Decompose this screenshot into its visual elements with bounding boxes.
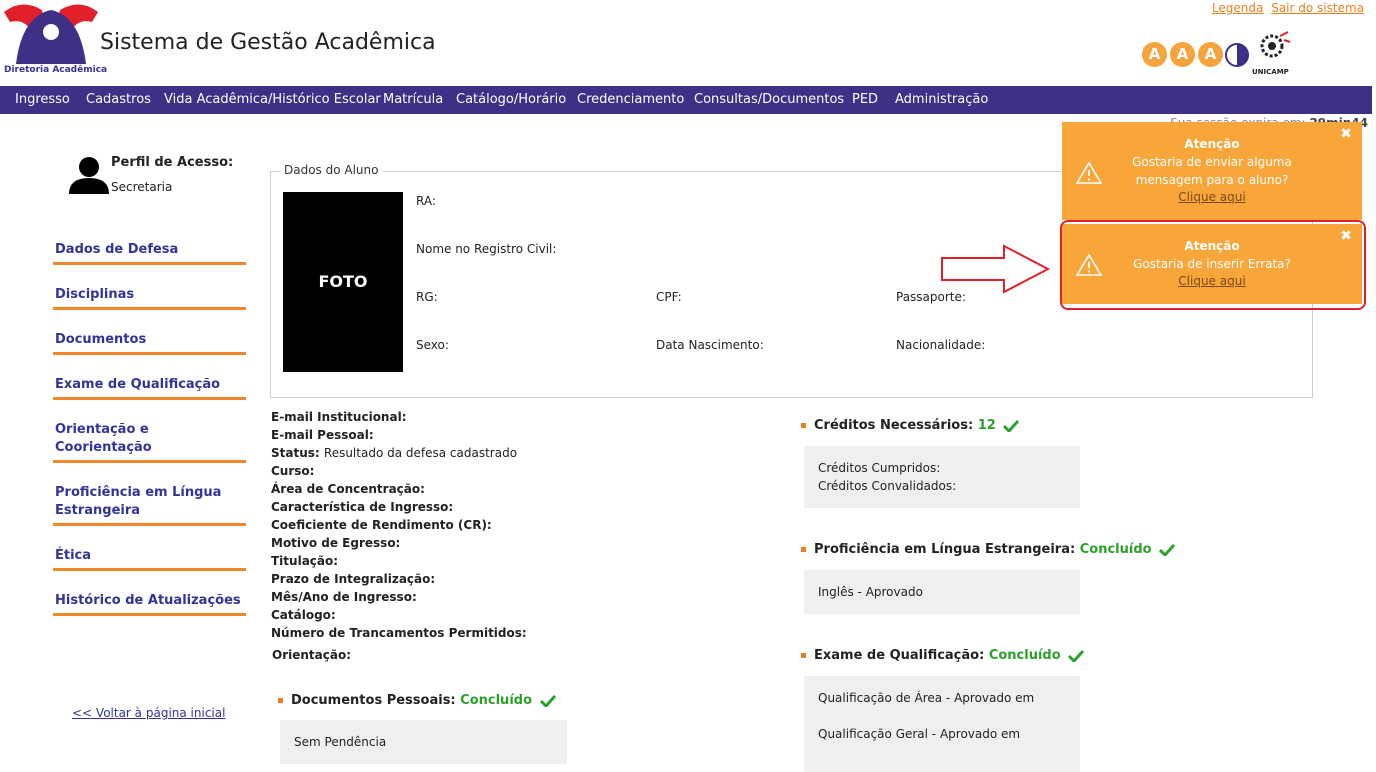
proficiencia-line-0: Inglês - Aprovado xyxy=(818,585,923,599)
qualificacao-area: Qualificação de Área - Aprovado em xyxy=(818,691,1035,705)
sidebar-item-disciplinas[interactable]: Disciplinas xyxy=(53,286,246,310)
sair-link[interactable]: Sair do sistema xyxy=(1271,1,1364,15)
detail-status: Status: Resultado da defesa cadastrado xyxy=(271,446,518,460)
field-sexo: Sexo: xyxy=(416,338,449,352)
documentos-pessoais-title: Documentos Pessoais: Concluído xyxy=(278,693,556,708)
nav-cadastros[interactable]: Cadastros xyxy=(86,92,151,107)
field-nome: Nome no Registro Civil: xyxy=(416,242,557,256)
notification-title: Atenção xyxy=(1184,137,1240,151)
sidebar-item-proficiencia[interactable]: Proficiência em Língua Estrangeira xyxy=(53,484,246,526)
notification-message-line: mensagem para o aluno? xyxy=(1135,173,1289,187)
bullet-icon xyxy=(801,653,806,658)
unicamp-emblem-icon xyxy=(1260,31,1291,58)
notification-message-line: Gostaria de enviar alguma xyxy=(1132,155,1292,169)
detail-trancamentos: Número de Trancamentos Permitidos: xyxy=(271,626,527,640)
proficiencia-title: Proficiência em Língua Estrangeira: Conc… xyxy=(801,542,1176,557)
detail-catalogo: Catálogo: xyxy=(271,608,336,622)
profile-label: Perfil de Acesso: xyxy=(111,155,234,170)
user-icon xyxy=(69,157,109,194)
header: Diretoria Acadêmica Sistema de Gestão Ac… xyxy=(0,0,1376,86)
notification-mensagem: ✖ Atenção Gostaria de enviar alguma mens… xyxy=(1062,122,1362,220)
detail-email-institucional: E-mail Institucional: xyxy=(271,410,407,424)
detail-orientacao: Orientação: xyxy=(272,648,352,662)
detail-area-concentracao: Área de Concentração: xyxy=(271,482,425,496)
detail-email-pessoal: E-mail Pessoal: xyxy=(271,428,374,442)
bullet-icon xyxy=(801,547,806,552)
unicamp-logos: A A A UNICAMP xyxy=(1142,30,1302,80)
check-icon xyxy=(1068,649,1085,662)
aaa-logo-3: A xyxy=(1198,42,1223,67)
sidebar-item-exame-qualificacao[interactable]: Exame de Qualificação xyxy=(53,376,246,400)
red-arrow-icon xyxy=(941,244,1051,294)
check-icon xyxy=(1003,419,1020,432)
dados-aluno-legend: Dados do Aluno xyxy=(280,163,383,177)
field-nacionalidade: Nacionalidade: xyxy=(896,338,986,352)
legenda-link[interactable]: Legenda xyxy=(1212,1,1263,15)
detail-caracteristica-ingresso: Característica de Ingresso: xyxy=(271,500,454,514)
close-icon[interactable]: ✖ xyxy=(1340,126,1352,142)
top-links: Legenda Sair do sistema xyxy=(1208,1,1364,15)
documentos-pessoais-box: Sem Pendência xyxy=(280,720,567,764)
detail-motivo-egresso: Motivo de Egresso: xyxy=(271,536,401,550)
creditos-title: Créditos Necessários: 12 xyxy=(801,418,1020,433)
clique-aqui-link[interactable]: Clique aqui xyxy=(1178,190,1245,204)
sidebar-item-etica[interactable]: Ética xyxy=(53,547,246,571)
warning-icon xyxy=(1076,162,1102,184)
field-ra: RA: xyxy=(416,194,436,208)
bullet-icon xyxy=(278,698,283,703)
nav-consultas-documentos[interactable]: Consultas/Documentos xyxy=(694,92,844,107)
aaa-logo-1: A xyxy=(1142,42,1167,67)
detail-titulacao: Titulação: xyxy=(271,554,339,568)
unicamp-label: UNICAMP xyxy=(1252,68,1289,76)
creditos-cumpridos: Créditos Cumpridos: xyxy=(818,461,941,475)
sidebar-item-documentos[interactable]: Documentos xyxy=(53,331,246,355)
documentos-line-0: Sem Pendência xyxy=(294,735,387,749)
nav-catalogo-horario[interactable]: Catálogo/Horário xyxy=(456,92,566,107)
errata-highlight-outline xyxy=(1060,220,1366,310)
check-icon xyxy=(1159,543,1176,556)
proficiencia-box: Inglês - Aprovado xyxy=(804,570,1080,614)
nav-administracao[interactable]: Administração xyxy=(895,92,988,107)
field-rg: RG: xyxy=(416,290,438,304)
detail-curso: Curso: xyxy=(271,464,315,478)
sidebar-item-dados-defesa[interactable]: Dados de Defesa xyxy=(53,241,246,265)
detail-cr: Coeficiente de Rendimento (CR): xyxy=(271,518,492,532)
detail-mes-ano-ingresso: Mês/Ano de Ingresso: xyxy=(271,590,417,604)
sidebar-item-orientacao[interactable]: Orientação e Coorientação xyxy=(53,421,246,463)
sidebar-item-historico[interactable]: Histórico de Atualizações xyxy=(53,592,246,616)
qualificacao-title: Exame de Qualificação: Concluído xyxy=(801,648,1085,663)
qualificacao-geral: Qualificação Geral - Aprovado em xyxy=(818,727,1021,741)
nav-matricula[interactable]: Matrícula xyxy=(383,92,443,107)
field-cpf: CPF: xyxy=(656,290,682,304)
app-title: Sistema de Gestão Acadêmica xyxy=(100,30,436,55)
half-circle-icon xyxy=(1225,43,1249,67)
qualificacao-box: Qualificação de Área - Aprovado em Quali… xyxy=(804,676,1080,772)
field-data-nascimento: Data Nascimento: xyxy=(656,338,764,352)
qualificacao-status: Concluído xyxy=(988,648,1061,663)
profile-value: Secretaria xyxy=(111,180,173,194)
creditos-box: Créditos Cumpridos: Créditos Convalidado… xyxy=(804,446,1080,508)
back-to-home-link[interactable]: << Voltar à página inicial xyxy=(72,706,225,720)
documentos-status: Concluído xyxy=(460,693,533,708)
logo-caption: Diretoria Acadêmica xyxy=(4,65,108,75)
main-nav: Ingresso Cadastros Vida Acadêmica/Histór… xyxy=(0,86,1372,114)
creditos-convalidados: Créditos Convalidados: xyxy=(818,479,957,493)
proficiencia-status: Concluído xyxy=(1079,542,1152,557)
creditos-status: 12 xyxy=(977,418,996,433)
detail-prazo-integralizacao: Prazo de Integralização: xyxy=(271,572,436,586)
aaa-logo-2: A xyxy=(1170,42,1195,67)
bullet-icon xyxy=(801,423,806,428)
nav-vida-academica[interactable]: Vida Acadêmica/Histórico Escolar xyxy=(164,92,381,107)
nav-ped[interactable]: PED xyxy=(852,92,878,107)
nav-ingresso[interactable]: Ingresso xyxy=(15,92,70,107)
student-photo: FOTO xyxy=(283,192,403,372)
check-icon xyxy=(539,694,556,707)
nav-credenciamento[interactable]: Credenciamento xyxy=(577,92,684,107)
